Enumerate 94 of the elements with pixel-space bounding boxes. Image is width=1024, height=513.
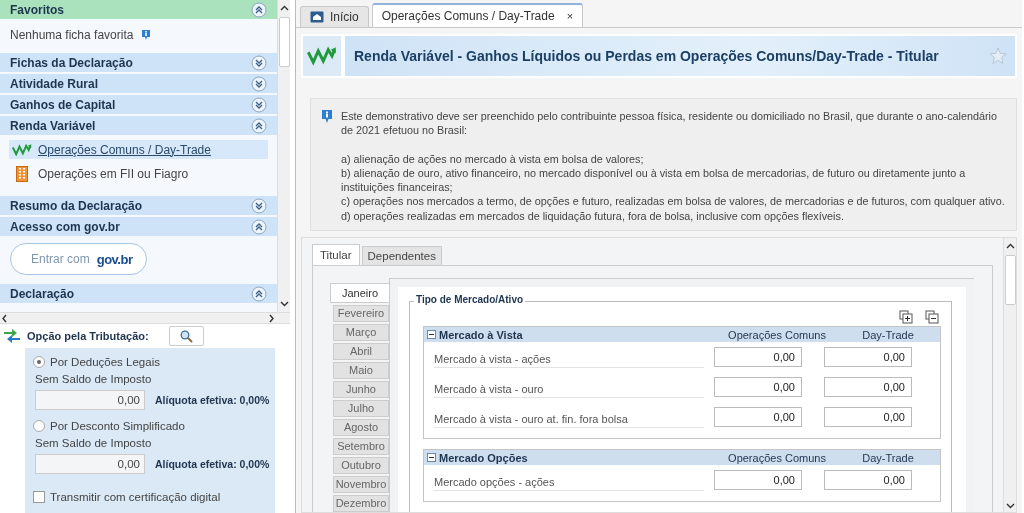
- expand-all-icon[interactable]: [899, 310, 913, 324]
- close-tab-button[interactable]: ×: [566, 10, 574, 22]
- column-header: Operações Comuns: [727, 328, 827, 341]
- month-tab[interactable]: Maio: [333, 361, 389, 379]
- row-label: Mercado à vista - ouro at. fin. fora bolsa: [434, 406, 704, 428]
- month-tab[interactable]: Fevereiro: [333, 304, 389, 322]
- zigzag-arrow-icon: [307, 45, 337, 67]
- column-header: Day-Trade: [861, 328, 915, 341]
- collapse-icon[interactable]: [251, 285, 267, 302]
- row-label: Mercado à vista - ações: [434, 346, 704, 368]
- building-icon: [16, 165, 28, 182]
- horizontal-scrollbar[interactable]: [0, 312, 290, 324]
- amount-field[interactable]: 0,00: [714, 377, 802, 397]
- info-paragraph: a) alienação de ações no mercado à vista em bolsa de valores;: [341, 151, 645, 166]
- group-header: Mercado à Vista Operações Comuns Day-Trade: [424, 327, 940, 342]
- empty-favorites-text: Nenhuma ficha favorita: [10, 28, 134, 42]
- home-icon: [310, 11, 324, 23]
- radio-button[interactable]: [33, 419, 45, 432]
- month-tab[interactable]: Março: [333, 323, 389, 341]
- section-header[interactable]: Declaração: [0, 284, 277, 303]
- field-label: Sem Saldo de Imposto: [35, 436, 153, 451]
- expand-icon[interactable]: [251, 197, 267, 214]
- amount-field[interactable]: 0,00: [714, 407, 802, 427]
- row-label: Mercado opções - ações: [434, 469, 704, 491]
- amount-field[interactable]: 0,00: [714, 347, 802, 367]
- field-label: Sem Saldo de Imposto: [35, 372, 153, 387]
- scroll-right-icon[interactable]: [266, 313, 276, 323]
- month-tab[interactable]: Julho: [333, 399, 389, 417]
- sidebar-item[interactable]: Operações em FII ou Fiagro: [9, 164, 268, 183]
- login-button[interactable]: Entrar com gov.br: [10, 243, 148, 275]
- row-label: Mercado à vista - ouro: [434, 376, 704, 398]
- scrollbar-thumb[interactable]: [1004, 255, 1016, 305]
- taxation-label: Opção pela Tributação:: [27, 330, 149, 342]
- search-icon: [179, 329, 193, 343]
- collapse-icon[interactable]: [251, 218, 267, 235]
- info-icon: [141, 29, 152, 41]
- section-header[interactable]: Favoritos: [0, 0, 277, 19]
- section-header[interactable]: Acesso com gov.br: [0, 217, 277, 236]
- info-paragraph: Este demonstrativo deve ser preenchido pelo contribuinte pessoa física, residente ou domiciliado no Brasil, que durante o ano-calendário de 2021 efetuou no Brasil:: [341, 109, 998, 138]
- scrollbar-thumb[interactable]: [278, 17, 290, 67]
- section-header[interactable]: Fichas da Declaração: [0, 53, 277, 72]
- exchange-arrows-icon: [3, 328, 21, 344]
- section-header[interactable]: Atividade Rural: [0, 74, 277, 93]
- group-header: Mercado Opções Operações Comuns Day-Trade: [424, 450, 940, 465]
- star-icon[interactable]: [989, 47, 1007, 65]
- vertical-scrollbar[interactable]: [1003, 238, 1016, 512]
- rate-label: Alíquota efetiva: 0,00%: [155, 458, 270, 470]
- amount-field[interactable]: 0,00: [714, 470, 802, 490]
- month-tab[interactable]: Abril: [333, 342, 389, 360]
- tab[interactable]: Operações Comuns / Day-Trade ×: [371, 3, 584, 27]
- expand-icon[interactable]: [251, 96, 267, 113]
- tab[interactable]: Dependentes: [361, 246, 442, 265]
- section-header[interactable]: Renda Variável: [0, 116, 277, 135]
- vertical-scrollbar[interactable]: [277, 0, 290, 312]
- column-header: Operações Comuns: [727, 451, 827, 464]
- amount-field[interactable]: 0,00: [824, 407, 912, 427]
- radio-option[interactable]: Por Desconto Simplificado: [33, 417, 275, 434]
- collapse-icon[interactable]: [427, 330, 436, 339]
- expand-icon[interactable]: [251, 75, 267, 92]
- search-button[interactable]: [168, 326, 204, 346]
- amount-field[interactable]: 0,00: [824, 470, 912, 490]
- month-tab[interactable]: Setembro: [333, 437, 389, 455]
- amount-field[interactable]: 0,00: [35, 390, 145, 410]
- section-header[interactable]: Ganhos de Capital: [0, 95, 277, 114]
- radio-option[interactable]: Por Deduções Legais: [33, 353, 275, 370]
- amount-field[interactable]: 0,00: [824, 377, 912, 397]
- expand-icon[interactable]: [251, 54, 267, 71]
- amount-field[interactable]: 0,00: [824, 347, 912, 367]
- info-paragraph: c) operações nos mercados a termo, de opções e futuro, realizadas em bolsa de valores, de mercadorias e de futuros, com qualquer ativo.: [341, 194, 1006, 209]
- month-tab[interactable]: Novembro: [333, 475, 389, 493]
- month-tab[interactable]: Outubro: [333, 456, 389, 474]
- rate-label: Alíquota efetiva: 0,00%: [155, 394, 270, 406]
- info-paragraph: d) operações realizadas em mercados de liquidação futura, fora de bolsa, inclusive com opções flexíveis.: [341, 208, 845, 224]
- info-paragraph: b) alienação de ouro, ativo financeiro, no mercado disponível ou à vista em bolsa de mercadorias, de futuro ou diretamente junto a instituições financeiras;: [341, 165, 967, 195]
- certificate-checkbox[interactable]: Transmitir com certificação digital: [33, 491, 275, 503]
- tab[interactable]: Titular: [312, 244, 360, 265]
- collapse-all-icon[interactable]: [925, 310, 939, 324]
- month-tab[interactable]: Dezembro: [333, 494, 389, 512]
- info-icon: [321, 109, 333, 124]
- sidebar-item[interactable]: Operações Comuns / Day-Trade: [9, 140, 268, 159]
- month-tab[interactable]: Junho: [333, 380, 389, 398]
- zigzag-arrow-icon: [12, 142, 32, 157]
- radio-button[interactable]: [33, 355, 45, 368]
- collapse-icon[interactable]: [427, 453, 436, 462]
- tab[interactable]: Início: [300, 6, 369, 27]
- column-header: Day-Trade: [861, 451, 915, 464]
- page-title: Renda Variável - Ganhos Líquidos ou Perdas em Operações Comuns/Day-Trade - Titular: [354, 48, 939, 64]
- month-tab[interactable]: Agosto: [333, 418, 389, 436]
- month-tab[interactable]: Janeiro: [330, 283, 390, 303]
- section-header[interactable]: Resumo da Declaração: [0, 196, 277, 215]
- collapse-icon[interactable]: [251, 117, 267, 134]
- amount-field[interactable]: 0,00: [35, 454, 145, 474]
- collapse-icon[interactable]: [251, 1, 267, 18]
- fieldset-title: Tipo de Mercado/Ativo: [414, 294, 526, 305]
